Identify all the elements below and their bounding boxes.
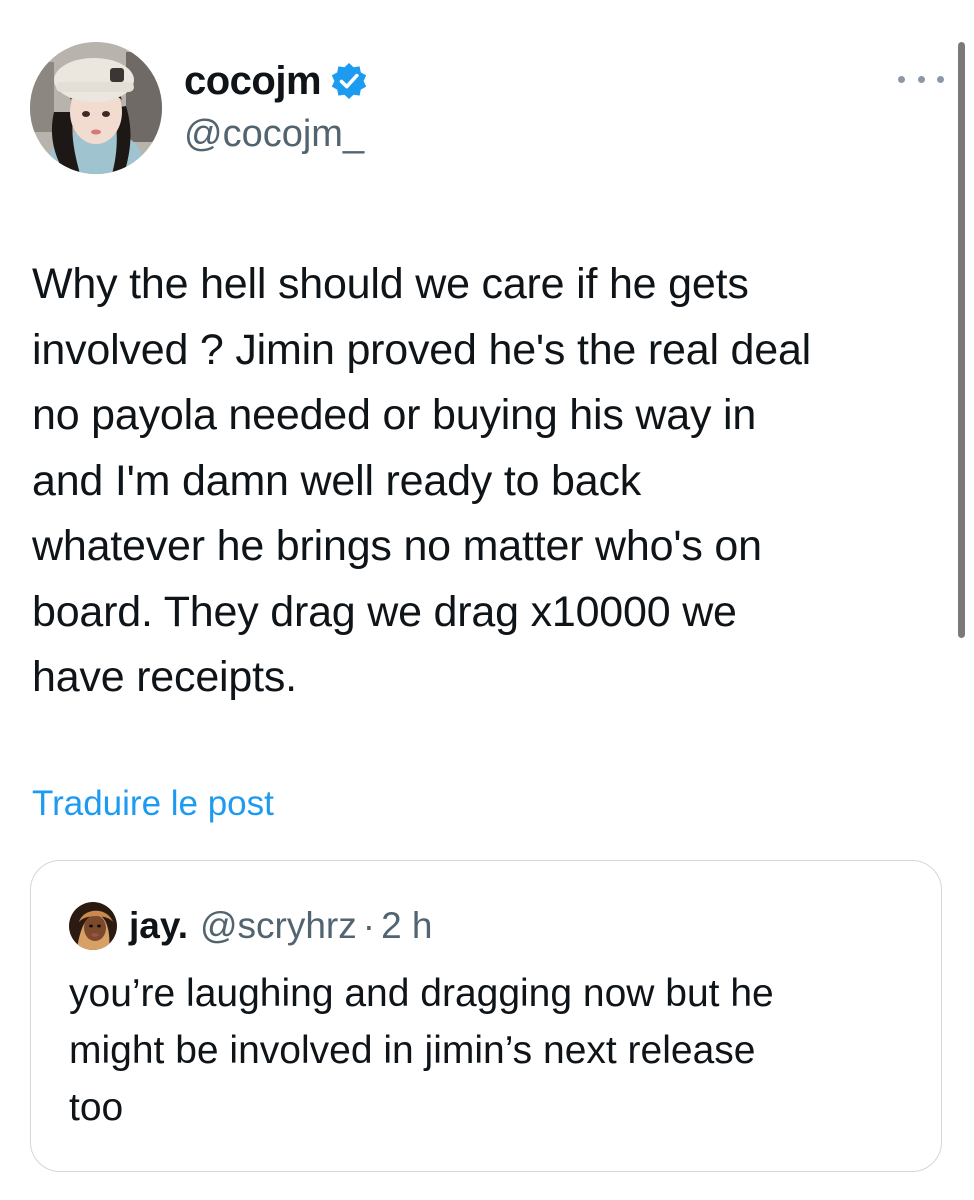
more-dot — [937, 75, 944, 83]
quoted-tweet-card[interactable]: jay. @scryhrz · 2 h you’re laughing and … — [30, 860, 942, 1172]
scrollbar[interactable] — [958, 42, 965, 638]
verified-badge-icon — [329, 61, 369, 101]
translate-post-link[interactable]: Traduire le post — [32, 780, 274, 828]
more-options-icon[interactable] — [898, 64, 944, 94]
more-dot — [898, 75, 905, 83]
author-avatar[interactable] — [30, 42, 162, 174]
quoted-tweet-timestamp[interactable]: 2 h — [381, 905, 432, 947]
quoted-author-handle[interactable]: @scryhrz — [200, 905, 357, 947]
quoted-tweet-text: you’re laughing and dragging now but he … — [69, 972, 774, 1129]
separator-dot: · — [362, 905, 376, 946]
quoted-tweet-header: jay. @scryhrz · 2 h — [69, 899, 433, 953]
author-name-row[interactable]: cocojm — [184, 56, 369, 106]
author-display-name[interactable]: cocojm — [184, 56, 322, 106]
quoted-author-name[interactable]: jay. — [129, 905, 188, 947]
more-dot — [917, 75, 925, 83]
tweet-text: Why the hell should we care if he gets i… — [32, 260, 812, 701]
profile-photo — [30, 42, 162, 174]
author-handle[interactable]: @cocojm_ — [184, 110, 364, 158]
quoted-author-avatar[interactable] — [69, 902, 117, 950]
